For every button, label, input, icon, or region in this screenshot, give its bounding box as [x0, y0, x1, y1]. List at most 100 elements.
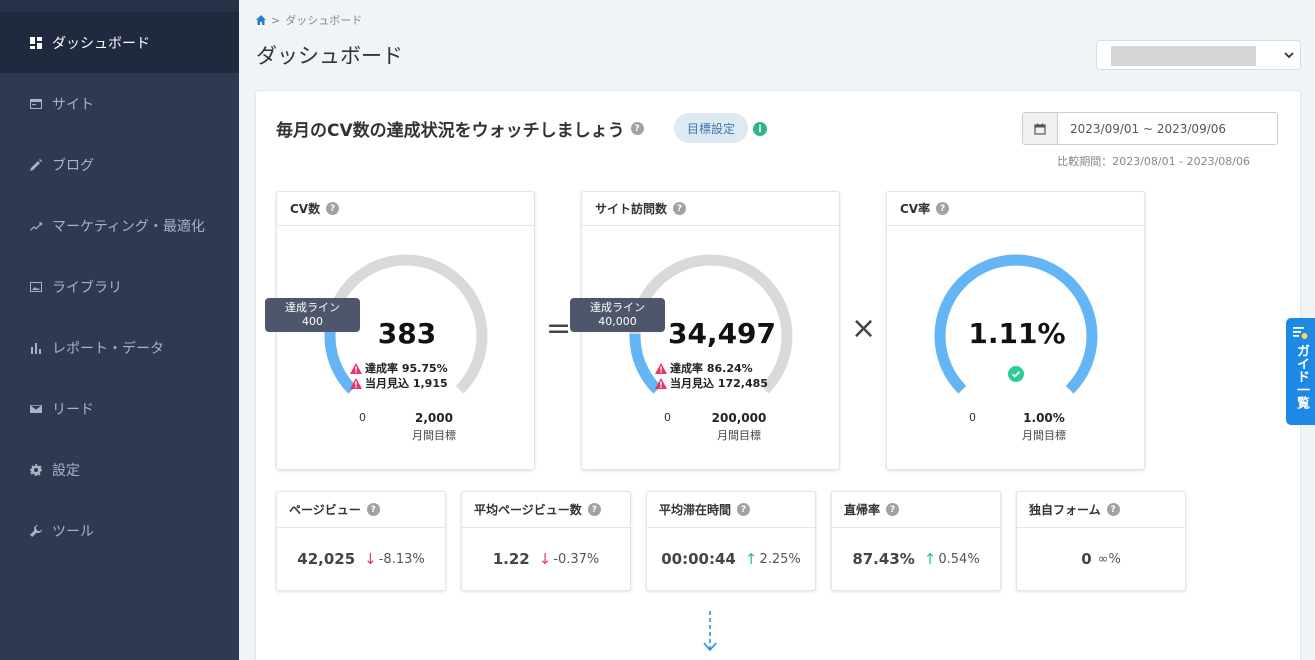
help-icon[interactable]: ? — [630, 122, 644, 135]
help-icon[interactable]: ? — [737, 503, 751, 516]
metric-delta: 2.25% — [759, 551, 801, 567]
sidebar-item-label: 設定 — [52, 462, 80, 479]
sidebar-topbar — [0, 0, 239, 12]
guide-list-tab[interactable]: ガイド一覧 — [1286, 318, 1315, 425]
image-icon — [30, 281, 42, 293]
metric-body: 00:00:44 ↑ 2.25% — [647, 528, 815, 590]
metric-value: 42,025 — [297, 550, 356, 568]
warning-icon — [655, 377, 667, 389]
metric-delta: 0.54% — [938, 551, 980, 567]
kpi-title: CV数 ? — [277, 192, 534, 226]
help-icon[interactable]: ? — [673, 202, 687, 215]
sidebar-item-label: ブログ — [52, 157, 94, 174]
metric-title: 独自フォーム? — [1017, 492, 1185, 528]
sidebar-item-marketing[interactable]: マーケティング・最適化 — [0, 195, 239, 256]
help-icon[interactable]: ? — [936, 202, 950, 215]
metric-title-text: 平均ページビュー数 — [474, 503, 582, 517]
metric-title-text: 平均滞在時間 — [659, 503, 732, 517]
cvr-value: 1.11% — [968, 317, 1066, 350]
page-title: ダッシュボード — [256, 44, 403, 68]
headline-text: 毎月のCV数の達成状況をウォッチしましょう — [276, 121, 625, 141]
metric-title-text: 独自フォーム — [1029, 503, 1101, 517]
dashboard-panel: 毎月のCV数の達成状況をウォッチしましょう ? 目標設定 i 2023/09/0… — [255, 90, 1301, 660]
help-icon[interactable]: ? — [366, 503, 380, 516]
help-icon[interactable]: ? — [1106, 503, 1120, 516]
help-icon[interactable]: ? — [326, 202, 340, 215]
kpi-card-cvr: CV率 ? 1.11% 0 1.00% 月間目標 — [886, 191, 1145, 470]
metric-title: 平均ページビュー数? — [462, 492, 630, 528]
metric-value: 00:00:44 — [661, 550, 736, 568]
sidebar-item-label: ツール — [52, 523, 94, 540]
metric-title-text: ページビュー — [289, 503, 361, 517]
guide-list-icon — [1293, 327, 1308, 339]
metric-card-custom-form: 独自フォーム? 0 ∞% — [1016, 491, 1186, 591]
sidebar-item-label: ダッシュボード — [52, 35, 150, 52]
help-icon[interactable]: ? — [886, 503, 900, 516]
check-icon — [1008, 366, 1024, 382]
monthly-forecast-text: 当月見込 172,485 — [670, 377, 768, 390]
warning-icon — [350, 362, 362, 374]
target-line-tooltip: 達成ライン 400 — [265, 298, 360, 332]
sidebar-item-reports[interactable]: レポート・データ — [0, 317, 239, 378]
metric-delta: -8.13% — [378, 551, 425, 567]
gauge-fill — [324, 326, 357, 394]
sidebar-item-dashboard[interactable]: ダッシュボード — [0, 12, 239, 73]
kpi-title-text: CV率 — [900, 202, 931, 216]
sidebar-item-leads[interactable]: リード — [0, 378, 239, 439]
site-icon — [30, 98, 42, 110]
bar-chart-icon — [30, 342, 42, 354]
breadcrumb-separator: > — [271, 13, 281, 27]
arrow-up-icon: ↑ — [923, 550, 937, 568]
gear-icon — [30, 463, 42, 476]
metric-title: 直帰率? — [832, 492, 1000, 528]
compare-period: 比較期間：2023/08/01 - 2023/08/06 — [1057, 155, 1250, 168]
metric-title: ページビュー? — [277, 492, 445, 528]
wrench-icon — [30, 524, 42, 537]
gauge-min: 0 — [969, 411, 976, 424]
sidebar-item-label: マーケティング・最適化 — [52, 218, 205, 235]
metric-title: 平均滞在時間? — [647, 492, 815, 528]
gauge-max: 1.00% — [1023, 411, 1065, 425]
metric-body: 1.22 ↓ -0.37% — [462, 528, 630, 590]
guide-list-label: ガイド一覧 — [1294, 344, 1309, 409]
times-operator: × — [851, 311, 877, 346]
metric-body: 42,025 ↓ -8.13% — [277, 528, 445, 590]
info-icon[interactable]: i — [753, 122, 767, 136]
site-select[interactable] — [1096, 40, 1301, 70]
warning-icon — [350, 377, 362, 389]
achievement-rate-text: 達成率 95.75% — [365, 362, 448, 375]
monthly-target-label: 月間目標 — [412, 429, 456, 442]
goal-setting-button[interactable]: 目標設定 — [674, 113, 749, 143]
monthly-target-label: 月間目標 — [717, 429, 761, 442]
trend-icon — [30, 220, 42, 232]
gauge-min: 0 — [359, 411, 366, 424]
sidebar-item-label: サイト — [52, 96, 94, 113]
help-icon[interactable]: ? — [587, 503, 601, 516]
pencil-icon — [30, 158, 42, 171]
site-select-value — [1111, 46, 1256, 66]
calendar-icon[interactable] — [1023, 113, 1058, 144]
date-range-picker[interactable]: 2023/09/01 ~ 2023/09/06 — [1022, 112, 1278, 145]
sidebar-item-label: ライブラリ — [52, 279, 122, 296]
sidebar-item-tools[interactable]: ツール — [0, 500, 239, 561]
sidebar-item-settings[interactable]: 設定 — [0, 439, 239, 500]
arrow-down-icon: ↓ — [538, 550, 552, 568]
kpi-card-visits: サイト訪問数 ? 達成ライン 40,000 34,497 達成率 86.24% … — [570, 191, 840, 470]
metric-value: 1.22 — [492, 550, 530, 568]
sidebar-item-blog[interactable]: ブログ — [0, 134, 239, 195]
warning-icon — [655, 362, 667, 374]
metric-body: 87.43% ↑ 0.54% — [832, 528, 1000, 590]
home-icon[interactable] — [256, 15, 266, 25]
chevron-down-icon — [1284, 52, 1294, 59]
gauge-max: 200,000 — [711, 411, 767, 425]
arrow-up-icon: ↑ — [744, 550, 758, 568]
sidebar-item-site[interactable]: サイト — [0, 73, 239, 134]
sidebar-item-library[interactable]: ライブラリ — [0, 256, 239, 317]
headline: 毎月のCV数の達成状況をウォッチしましょう ? — [276, 116, 644, 141]
sidebar-item-label: レポート・データ — [52, 340, 164, 357]
gauge-max: 2,000 — [415, 411, 453, 425]
sidebar-item-label: リード — [52, 401, 94, 418]
scroll-down-arrow-icon[interactable] — [703, 611, 717, 653]
visits-value: 34,497 — [667, 317, 777, 350]
kpi-title: サイト訪問数 ? — [582, 192, 839, 226]
